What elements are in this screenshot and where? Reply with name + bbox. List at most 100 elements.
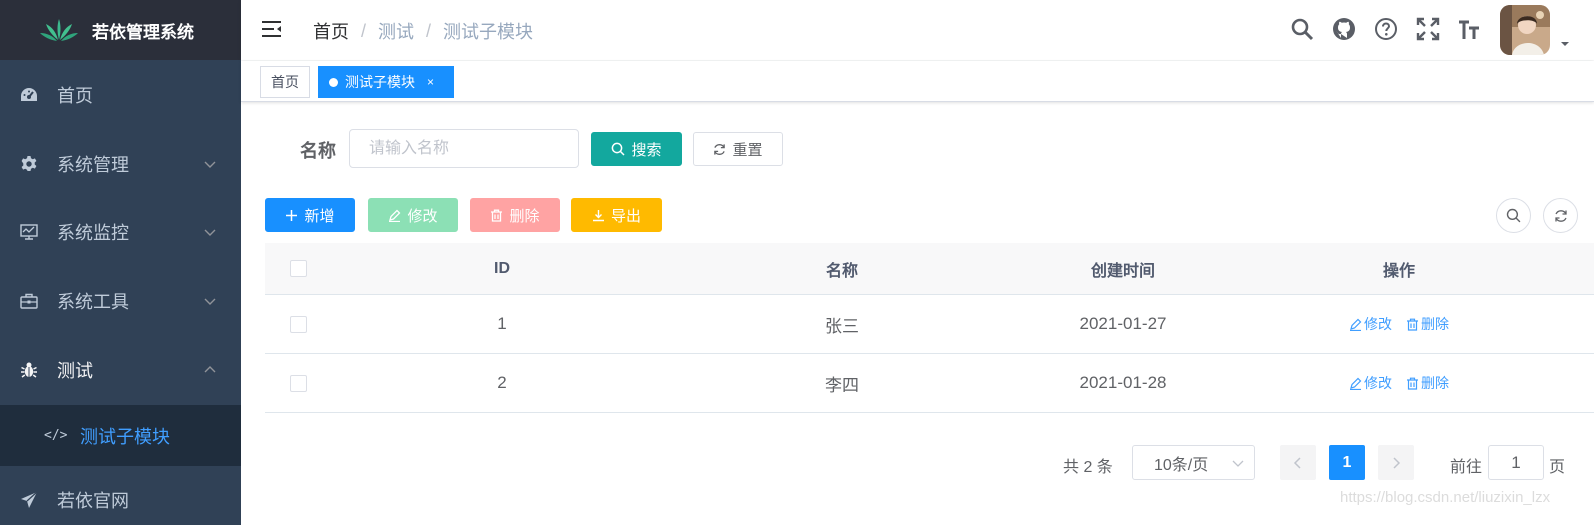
breadcrumb-item-home[interactable]: 首页 xyxy=(313,18,349,44)
sidebar-item-label: 系统工具 xyxy=(57,292,129,312)
cell-name: 李四 xyxy=(825,375,859,395)
send-icon xyxy=(19,490,39,510)
github-icon[interactable] xyxy=(1332,17,1356,41)
goto-page-input[interactable] xyxy=(1488,445,1544,480)
close-icon[interactable]: × xyxy=(427,75,434,89)
code-icon: </> xyxy=(44,428,68,443)
breadcrumb-separator: / xyxy=(426,20,432,41)
breadcrumb-item-current: 测试子模块 xyxy=(443,22,534,42)
search-button-label: 搜索 xyxy=(631,141,662,159)
page-suffix-label: 页 xyxy=(1549,459,1566,476)
header-checkbox-cell xyxy=(265,243,332,294)
sidebar-item-label: 首页 xyxy=(57,86,93,106)
search-icon xyxy=(612,142,626,156)
hamburger-icon[interactable] xyxy=(261,18,283,40)
search-button[interactable]: 搜索 xyxy=(591,132,682,166)
chevron-down-icon xyxy=(204,161,216,168)
help-icon[interactable] xyxy=(1374,17,1398,41)
edit-icon xyxy=(1350,377,1362,390)
sidebar: 若依管理系统 首页 系统管理 系统监控 系统工具 测试 </> 测试子模块 若依… xyxy=(0,0,241,525)
monitor-icon xyxy=(19,222,39,242)
tag-label: 测试子模块 xyxy=(345,74,415,90)
header-name: 名称 xyxy=(825,262,858,280)
select-all-checkbox[interactable] xyxy=(290,260,307,277)
search-icon[interactable] xyxy=(1290,17,1314,41)
tag-test-submodule[interactable]: 测试子模块 × xyxy=(318,66,454,98)
table-header: ID 名称 创建时间 操作 xyxy=(265,243,1594,295)
refresh-button[interactable] xyxy=(1543,198,1578,233)
sidebar-item-test[interactable]: 测试 xyxy=(0,336,241,404)
row-delete-link[interactable]: 删除 xyxy=(1406,314,1449,334)
tag-home[interactable]: 首页 xyxy=(260,66,310,98)
header-create-time: 创建时间 xyxy=(1090,262,1155,280)
data-table: ID 名称 创建时间 操作 1 张三 2021-01-27 修改 删除 2 李四… xyxy=(265,243,1594,413)
table-row: 1 张三 2021-01-27 修改 删除 xyxy=(265,295,1594,354)
sidebar-item-label: 系统管理 xyxy=(57,155,129,175)
add-button[interactable]: 新增 xyxy=(265,198,355,232)
export-button-label: 导出 xyxy=(610,207,641,225)
next-page-button[interactable] xyxy=(1378,445,1414,480)
cell-name: 张三 xyxy=(825,316,859,336)
sidebar-item-tools[interactable]: 系统工具 xyxy=(0,267,241,335)
header-operations: 操作 xyxy=(1382,262,1415,280)
trash-icon xyxy=(491,209,503,222)
download-icon xyxy=(592,209,604,221)
breadcrumb: 首页 / 测试 / 测试子模块 xyxy=(313,18,533,44)
sidebar-item-ruoyi-site[interactable]: 若依官网 xyxy=(0,466,241,525)
sidebar-subitem-test-submodule[interactable]: </> 测试子模块 xyxy=(0,405,241,466)
tags-view: 首页 测试子模块 × xyxy=(241,61,1594,102)
avatar[interactable] xyxy=(1500,5,1550,55)
chevron-up-icon xyxy=(204,366,216,373)
edit-button[interactable]: 修改 xyxy=(368,198,458,232)
trash-icon xyxy=(1407,377,1418,390)
sidebar-item-system[interactable]: 系统管理 xyxy=(0,130,241,198)
row-edit-link[interactable]: 修改 xyxy=(1349,373,1392,393)
page-size-select[interactable]: 10条/页 xyxy=(1132,445,1255,480)
logo-icon xyxy=(40,19,78,41)
row-edit-label: 修改 xyxy=(1364,375,1392,391)
search-icon xyxy=(1506,208,1521,223)
sidebar-item-monitor[interactable]: 系统监控 xyxy=(0,198,241,266)
toolbox-icon xyxy=(19,291,39,311)
goto-label: 前往 xyxy=(1450,459,1483,476)
row-delete-label: 删除 xyxy=(1421,316,1449,332)
fullscreen-icon[interactable] xyxy=(1416,17,1440,41)
cell-id: 2 xyxy=(497,373,507,392)
pagination-total: 共 2 条 xyxy=(1063,459,1113,476)
export-button[interactable]: 导出 xyxy=(571,198,662,232)
caret-down-icon[interactable] xyxy=(1560,40,1570,48)
sidebar-item-label: 系统监控 xyxy=(57,223,129,243)
row-checkbox[interactable] xyxy=(290,315,307,333)
cell-operations: 修改 删除 xyxy=(1234,354,1564,412)
delete-button[interactable]: 删除 xyxy=(470,198,560,232)
row-checkbox[interactable] xyxy=(290,374,307,392)
prev-page-button[interactable] xyxy=(1280,445,1316,480)
chevron-left-icon xyxy=(1293,456,1301,469)
chevron-down-icon xyxy=(204,298,216,305)
sidebar-item-home[interactable]: 首页 xyxy=(0,61,241,129)
app-title: 若依管理系统 xyxy=(92,22,194,42)
gear-icon xyxy=(19,154,39,174)
name-search-input[interactable] xyxy=(349,129,579,168)
refresh-icon xyxy=(1554,209,1567,222)
plus-icon xyxy=(286,209,298,221)
active-dot-icon xyxy=(329,77,338,87)
sidebar-item-label: 测试 xyxy=(57,361,93,381)
reset-button[interactable]: 重置 xyxy=(693,132,783,166)
table-row: 2 李四 2021-01-28 修改 删除 xyxy=(265,354,1594,413)
tag-label: 首页 xyxy=(271,74,299,90)
cell-operations: 修改 删除 xyxy=(1234,295,1564,353)
cell-id: 1 xyxy=(497,314,507,333)
sidebar-item-label: 若依官网 xyxy=(57,491,129,511)
header-id: ID xyxy=(494,259,510,277)
chevron-right-icon xyxy=(1393,456,1401,469)
font-size-icon[interactable] xyxy=(1457,17,1481,41)
cell-create-time: 2021-01-27 xyxy=(1079,314,1167,333)
sidebar-item-label: 测试子模块 xyxy=(80,426,170,447)
row-edit-link[interactable]: 修改 xyxy=(1349,314,1392,334)
refresh-icon xyxy=(714,143,726,155)
toggle-search-button[interactable] xyxy=(1496,198,1531,233)
row-delete-link[interactable]: 删除 xyxy=(1406,373,1449,393)
breadcrumb-item-test[interactable]: 测试 xyxy=(378,18,414,44)
page-number-button[interactable]: 1 xyxy=(1329,445,1365,480)
